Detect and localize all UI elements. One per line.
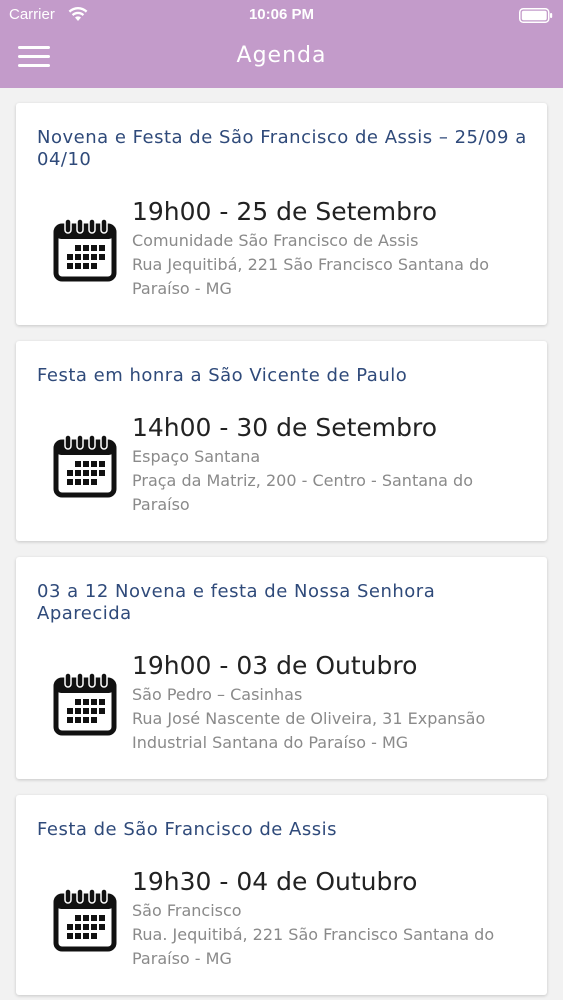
event-time: 19h30 - 04 de Outubro xyxy=(132,867,418,896)
calendar-icon xyxy=(53,672,117,736)
event-address: Rua Jequitibá, 221 São Francisco Santana… xyxy=(132,255,490,298)
battery-icon xyxy=(519,8,553,23)
agenda-list[interactable]: Novena e Festa de São Francisco de Assis… xyxy=(0,88,563,1000)
event-address: Praça da Matriz, 200 - Centro - Santana … xyxy=(132,471,473,514)
event-card[interactable]: 03 a 12 Novena e festa de Nossa Senhora … xyxy=(16,557,547,779)
event-address: Rua. Jequitibá, 221 São Francisco Santan… xyxy=(132,925,495,968)
event-address: Rua José Nascente de Oliveira, 31 Expans… xyxy=(132,709,486,752)
clock-label: 10:06 PM xyxy=(248,6,315,23)
page-title: Agenda xyxy=(236,43,327,68)
nav-bar: Agenda xyxy=(0,30,563,88)
event-place: São Francisco xyxy=(132,901,242,920)
event-time: 19h00 - 03 de Outubro xyxy=(132,651,418,680)
event-card[interactable]: Festa de São Francisco de Assis 19h30 - xyxy=(16,795,547,995)
event-place: Espaço Santana xyxy=(132,447,261,466)
calendar-icon xyxy=(53,218,117,282)
event-title: Novena e Festa de São Francisco de Assis… xyxy=(37,127,527,170)
event-details: 19h00 - 03 de Outubro São Pedro – Casinh… xyxy=(37,651,527,755)
event-title: Festa em honra a São Vicente de Paulo xyxy=(37,365,408,386)
event-place: São Pedro – Casinhas xyxy=(132,685,303,704)
event-card[interactable]: Festa em honra a São Vicente de Paulo 14 xyxy=(16,341,547,541)
event-card[interactable]: Novena e Festa de São Francisco de Assis… xyxy=(16,103,547,325)
top-bar: Carrier 10:06 PM Agenda xyxy=(0,0,563,88)
event-title: 03 a 12 Novena e festa de Nossa Senhora … xyxy=(37,581,436,624)
event-details: 19h00 - 25 de Setembro Comunidade São Fr… xyxy=(37,197,527,301)
event-place: Comunidade São Francisco de Assis xyxy=(132,231,419,250)
event-time: 19h00 - 25 de Setembro xyxy=(132,197,438,226)
calendar-icon xyxy=(53,434,117,498)
app-screen: Carrier 10:06 PM Agenda Novena e Festa d… xyxy=(0,0,563,1000)
event-time: 14h00 - 30 de Setembro xyxy=(132,413,438,442)
event-details: 19h30 - 04 de Outubro São Francisco Rua.… xyxy=(37,867,527,971)
event-details: 14h00 - 30 de Setembro Espaço Santana Pr… xyxy=(37,413,527,517)
calendar-icon xyxy=(53,888,117,952)
event-title: Festa de São Francisco de Assis xyxy=(37,819,338,840)
status-bar: Carrier 10:06 PM xyxy=(0,0,563,30)
